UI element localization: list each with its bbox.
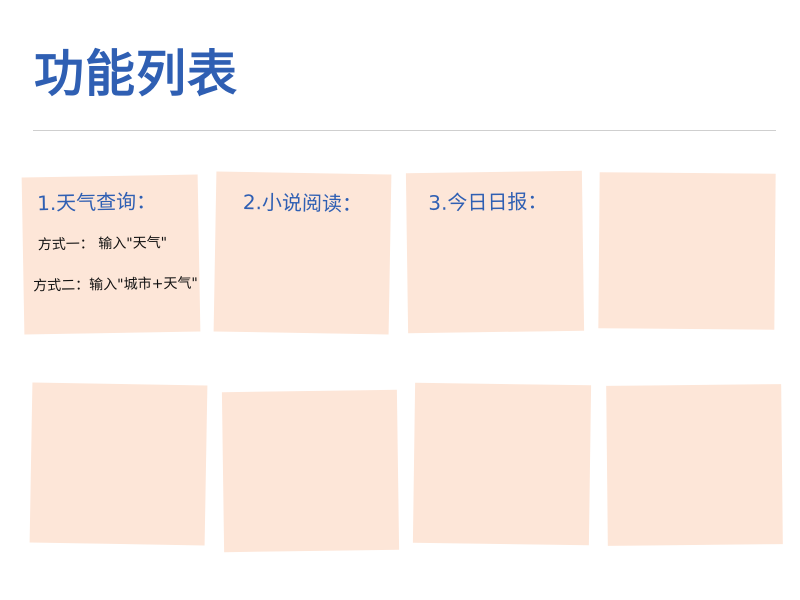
feature-card-empty[interactable] (412, 382, 592, 546)
feature-card-empty[interactable] (598, 172, 776, 330)
divider (33, 130, 776, 131)
feature-card-empty[interactable] (29, 382, 208, 546)
feature-card-novel[interactable]: 2.小说阅读： (213, 171, 392, 335)
feature-card-line: 方式一： 输入"天气" (37, 235, 168, 254)
feature-card-empty[interactable] (221, 389, 400, 553)
page-title: 功能列表 (34, 45, 238, 103)
feature-card-weather[interactable]: 1.天气查询： 方式一： 输入"天气" 方式二：输入"城市+天气" (21, 174, 201, 335)
feature-card-daily[interactable]: 3.今日日报： (405, 170, 585, 334)
feature-card-line: 方式二：输入"城市+天气" (33, 275, 198, 295)
feature-card-title: 3.今日日报： (428, 189, 548, 215)
feature-card-title: 2.小说阅读： (242, 189, 363, 217)
feature-card-title: 1.天气查询： (36, 189, 157, 216)
feature-card-empty[interactable] (606, 384, 783, 546)
